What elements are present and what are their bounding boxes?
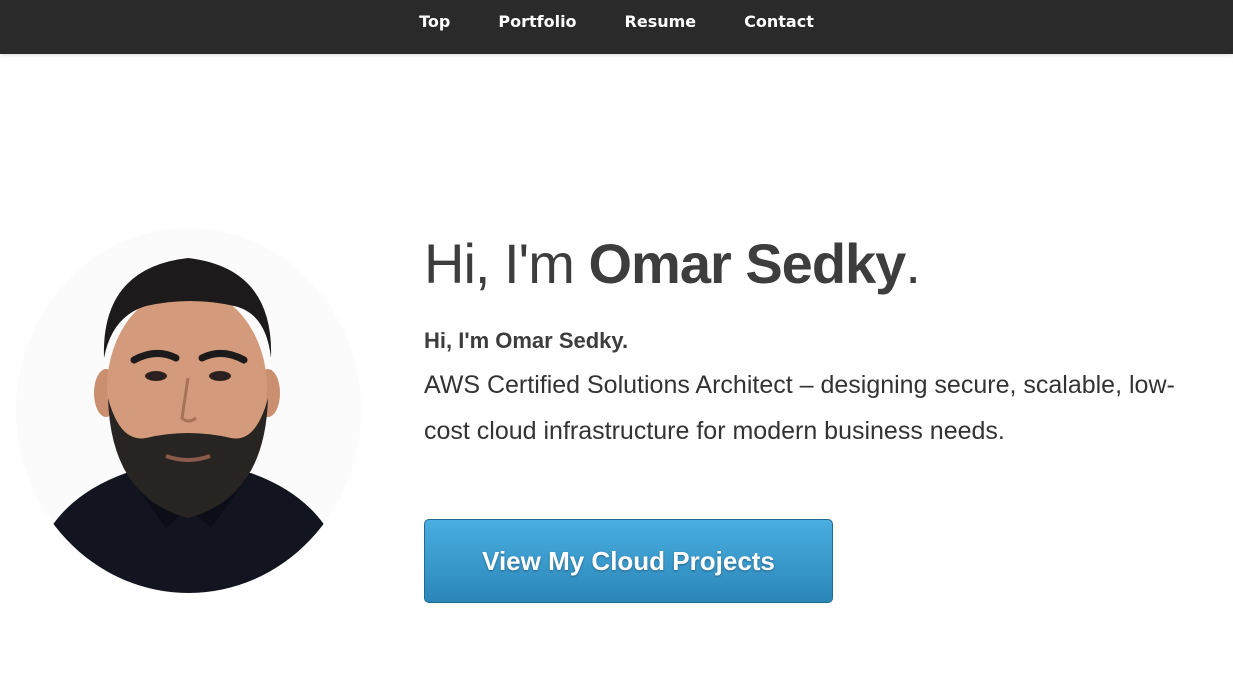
hero-subtitle: Hi, I'm Omar Sedky. — [424, 328, 629, 353]
profile-photo — [16, 228, 361, 593]
portrait-illustration — [16, 228, 361, 593]
hero-tagline: AWS Certified Solutions Architect – desi… — [424, 371, 1175, 445]
hero-content: Hi, I'm Omar Sedky. Hi, I'm Omar Sedky. … — [424, 228, 1214, 454]
headline-prefix: Hi, I'm — [424, 232, 589, 295]
hero-headline: Hi, I'm Omar Sedky. — [424, 228, 1214, 300]
nav-link-contact[interactable]: Contact — [744, 12, 814, 31]
view-projects-button[interactable]: View My Cloud Projects — [424, 519, 833, 603]
nav-link-top[interactable]: Top — [419, 12, 450, 31]
nav-link-portfolio[interactable]: Portfolio — [498, 12, 576, 31]
nav-link-resume[interactable]: Resume — [625, 12, 697, 31]
headline-name: Omar Sedky — [588, 232, 906, 295]
headline-suffix: . — [905, 232, 921, 295]
top-navigation: Top Portfolio Resume Contact — [0, 0, 1233, 54]
